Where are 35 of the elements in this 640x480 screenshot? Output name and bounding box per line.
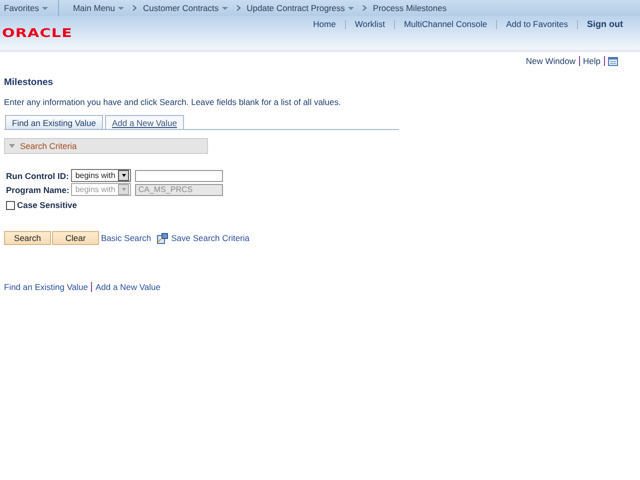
header-link[interactable]: Worklist: [346, 19, 394, 29]
case-sensitive-checkbox[interactable]: Case Sensitive: [4, 200, 636, 210]
save-criteria-icon[interactable]: [157, 232, 168, 244]
page-icon[interactable]: [608, 56, 618, 66]
footer-link[interactable]: Find an Existing Value: [4, 282, 88, 292]
header-link[interactable]: Add to Favorites: [497, 19, 577, 29]
header-link[interactable]: MultiChannel Console: [394, 19, 496, 29]
main-menu[interactable]: Main Menu: [64, 3, 128, 13]
save-search-link[interactable]: Save Search Criteria: [171, 233, 250, 243]
field-label: Program Name:: [6, 184, 70, 194]
tab[interactable]: Add a New Value: [104, 115, 184, 129]
chevron-icon: [132, 5, 138, 11]
breadcrumb-item[interactable]: Update Contract Progress: [242, 3, 358, 13]
instructions-text: Enter any information you have and click Search. Leave fields blank for a list of all values.: [4, 97, 342, 107]
header-link[interactable]: Sign out: [578, 19, 632, 29]
field-label: Run Control ID:: [6, 170, 70, 180]
footer-link[interactable]: Add a New Value: [95, 282, 161, 292]
chevron-icon: [362, 5, 367, 11]
breadcrumb-item[interactable]: Process Milestones: [368, 3, 451, 13]
search-criteria-header[interactable]: Search Criteria: [4, 138, 208, 154]
tab[interactable]: Find an Existing Value: [5, 115, 103, 129]
header-link[interactable]: Home: [304, 19, 345, 29]
input-field[interactable]: [135, 170, 224, 182]
breadcrumb-item[interactable]: Customer Contracts: [139, 3, 232, 13]
section-label: Search Criteria: [20, 141, 77, 151]
basic-search-link[interactable]: Basic Search: [101, 233, 152, 243]
chevron-icon: [236, 5, 241, 11]
new-window-link[interactable]: New Window: [526, 56, 576, 66]
operator-dropdown[interactable]: begins with: [71, 169, 132, 182]
page-title: Milestones: [4, 77, 54, 88]
action-button[interactable]: Search: [4, 231, 51, 245]
action-button[interactable]: Clear: [52, 231, 99, 245]
help-link[interactable]: Help: [583, 56, 600, 66]
logo: ORACLE: [2, 26, 72, 40]
favorites-menu[interactable]: Favorites: [0, 3, 52, 13]
